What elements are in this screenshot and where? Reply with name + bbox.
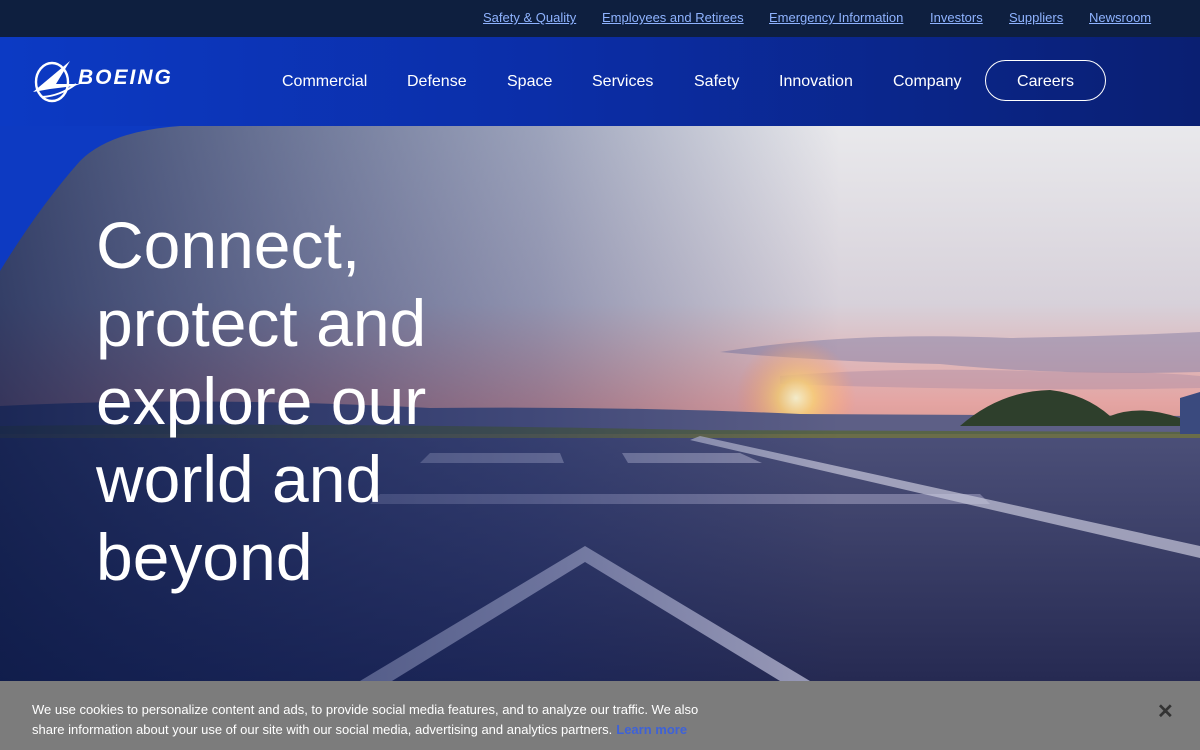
nav-innovation[interactable]: Innovation: [779, 73, 853, 91]
cookie-banner: We use cookies to personalize content an…: [0, 681, 1200, 750]
utility-link-investors[interactable]: Investors: [930, 10, 983, 25]
brand-wordmark: BOEING: [78, 66, 173, 89]
utility-link-suppliers[interactable]: Suppliers: [1009, 10, 1063, 25]
nav-services[interactable]: Services: [592, 73, 653, 91]
hero-section: Connect, protect and explore our world a…: [0, 126, 1200, 681]
utility-link-safety-quality[interactable]: Safety & Quality: [483, 10, 576, 25]
nav-space[interactable]: Space: [507, 73, 552, 91]
utility-link-employees-retirees[interactable]: Employees and Retirees: [602, 10, 744, 25]
utility-link-emergency-information[interactable]: Emergency Information: [769, 10, 903, 25]
nav-commercial[interactable]: Commercial: [282, 73, 367, 91]
boeing-logo[interactable]: BOEING: [30, 58, 225, 106]
close-icon[interactable]: ✕: [1157, 702, 1174, 722]
nav-company[interactable]: Company: [893, 73, 961, 91]
cookie-learn-more-link[interactable]: Learn more: [616, 722, 687, 737]
cookie-text: We use cookies to personalize content an…: [32, 702, 699, 737]
hero-headline: Connect, protect and explore our world a…: [96, 208, 427, 594]
main-nav: BOEING Commercial Defense Space Services…: [0, 37, 1200, 126]
nav-safety[interactable]: Safety: [694, 73, 739, 91]
cookie-message: We use cookies to personalize content an…: [32, 700, 722, 740]
nav-defense[interactable]: Defense: [407, 73, 467, 91]
utility-nav: Safety & Quality Employees and Retirees …: [0, 0, 1200, 38]
boeing-symbol-icon: BOEING: [33, 61, 173, 103]
careers-button[interactable]: Careers: [985, 60, 1106, 101]
utility-link-newsroom[interactable]: Newsroom: [1089, 10, 1151, 25]
